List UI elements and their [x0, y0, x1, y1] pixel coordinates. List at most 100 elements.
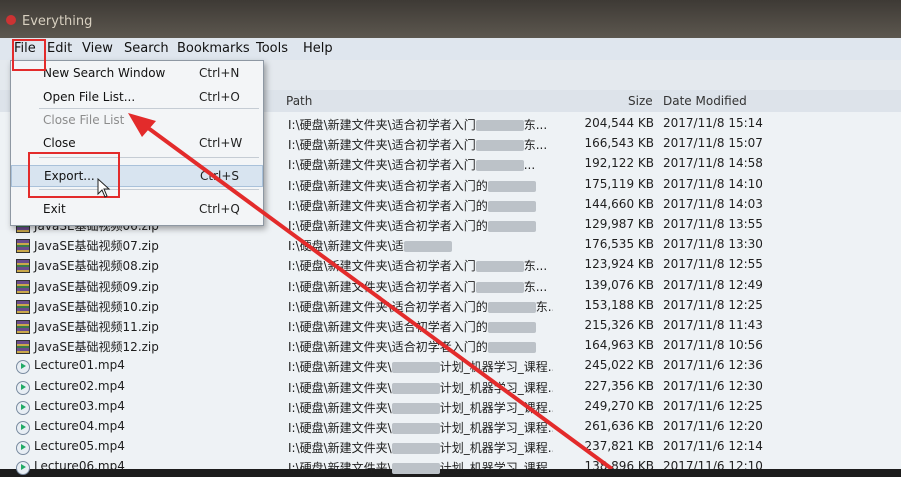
file-date: 2017/11/6 12:36	[663, 358, 763, 373]
file-path-tail: ...	[523, 158, 536, 173]
zip-file-icon	[16, 259, 30, 274]
redacted-text	[391, 443, 440, 455]
file-path-tail: 东...	[535, 299, 553, 314]
file-path-tail: 计划_机器学习_课程...	[439, 461, 553, 476]
menu-view[interactable]: View	[82, 41, 113, 56]
file-name: JavaSE基础视频10.zip	[34, 299, 159, 314]
menu-item-exit[interactable]: Exit Ctrl+Q	[11, 199, 263, 221]
file-path-tail: 计划_机器学习_课程...	[439, 380, 553, 395]
file-path-text: I:\硬盘\新建文件夹\	[288, 461, 392, 476]
file-date: 2017/11/6 12:30	[663, 378, 763, 393]
table-row[interactable]: Lecture03.mp4 I:\硬盘\新建文件夹\ 计划_机器学习_课程... 24…	[0, 397, 901, 417]
file-path-text: I:\硬盘\新建文件夹\适合初学者入门	[288, 259, 476, 274]
file-date: 2017/11/8 14:10	[663, 176, 763, 191]
file-size: 237,821 KB	[584, 439, 654, 454]
file-path-text: I:\硬盘\新建文件夹\适合初学者入门	[288, 158, 476, 173]
table-row[interactable]: JavaSE基础视频08.zip I:\硬盘\新建文件夹\适合初学者入门 东... 1…	[0, 255, 901, 275]
redacted-text	[391, 362, 440, 374]
redacted-text	[475, 160, 524, 172]
file-date: 2017/11/8 11:43	[663, 318, 763, 332]
file-date: 2017/11/8 12:55	[663, 257, 763, 272]
file-path: I:\硬盘\新建文件夹\ 计划_机器学习_课程...	[288, 379, 553, 396]
file-name: JavaSE基础视频11.zip	[34, 320, 159, 334]
redacted-text	[475, 261, 524, 273]
table-row[interactable]: Lecture04.mp4 I:\硬盘\新建文件夹\ 计划_机器学习_课程... 26…	[0, 417, 901, 437]
file-size: 164,963 KB	[584, 338, 654, 353]
menu-bar: File Edit View Search Bookmarks Tools He…	[0, 38, 901, 61]
redacted-text	[487, 221, 536, 232]
column-path[interactable]: Path	[286, 94, 312, 108]
file-date: 2017/11/8 15:07	[663, 136, 763, 151]
video-file-icon	[16, 441, 30, 456]
zip-file-icon	[16, 279, 30, 294]
everything-window: Everything File Edit View Search Bookmar…	[0, 0, 901, 476]
table-row[interactable]: JavaSE基础视频10.zip I:\硬盘\新建文件夹\适合初学者入门的 东...…	[0, 296, 901, 316]
menu-tools[interactable]: Tools	[256, 41, 288, 56]
menu-item-shortcut: Ctrl+W	[199, 136, 243, 150]
file-path: I:\硬盘\新建文件夹\适合初学者入门 东...	[288, 116, 553, 133]
file-path-text: I:\硬盘\新建文件夹\	[288, 400, 392, 415]
file-date: 2017/11/8 10:56	[663, 338, 763, 353]
menu-item-open-file-list[interactable]: Open File List... Ctrl+O	[11, 87, 263, 109]
file-date: 2017/11/8 14:03	[663, 196, 763, 211]
file-path-text: I:\硬盘\新建文件夹\适合初学者入门的	[288, 320, 488, 334]
file-name: Lecture06.mp4	[34, 459, 125, 474]
file-date: 2017/11/8 14:58	[663, 156, 763, 171]
video-file-icon	[16, 360, 30, 375]
file-size: 129,987 KB	[584, 217, 654, 231]
file-path-tail: 计划_机器学习_课程...	[439, 421, 553, 435]
file-date: 2017/11/8 12:49	[663, 277, 763, 292]
file-path-text: I:\硬盘\新建文件夹\适合初学者入门的	[288, 198, 488, 213]
file-path-text: I:\硬盘\新建文件夹\适合初学者入门的	[288, 178, 488, 193]
file-size: 139,076 KB	[584, 277, 654, 292]
table-row[interactable]: Lecture05.mp4 I:\硬盘\新建文件夹\ 计划_机器学习_课程... 23…	[0, 437, 901, 457]
column-size[interactable]: Size	[628, 94, 653, 108]
video-file-icon	[16, 400, 30, 415]
file-name: Lecture05.mp4	[34, 439, 125, 454]
file-path-tail: 东...	[523, 259, 548, 274]
file-path-text: I:\硬盘\新建文件夹\	[288, 441, 392, 456]
menu-item-shortcut: Ctrl+O	[199, 90, 240, 104]
title-bar: Everything	[0, 0, 901, 38]
zip-file-icon	[16, 320, 30, 334]
file-path: I:\硬盘\新建文件夹\ 计划_机器学习_课程...	[288, 439, 553, 456]
file-date: 2017/11/6 12:10	[663, 459, 763, 474]
menu-item-shortcut: Ctrl+Q	[199, 202, 240, 216]
menu-item-label: Close	[43, 136, 76, 150]
file-name: JavaSE基础视频07.zip	[34, 239, 159, 254]
file-path-tail: 东...	[523, 279, 548, 294]
video-file-icon	[16, 380, 30, 395]
file-path: I:\硬盘\新建文件夹\适合初学者入门...	[288, 156, 553, 173]
menu-item-new-search-window[interactable]: New Search Window Ctrl+N	[11, 63, 263, 85]
file-path: I:\硬盘\新建文件夹\适合初学者入门的	[288, 338, 553, 355]
menu-search[interactable]: Search	[124, 41, 169, 56]
file-date: 2017/11/8 12:25	[663, 297, 763, 312]
file-size: 138,896 KB	[584, 459, 654, 474]
column-date-modified[interactable]: Date Modified	[663, 94, 747, 108]
menu-help[interactable]: Help	[303, 41, 333, 56]
file-path-text: I:\硬盘\新建文件夹\适合初学者入门	[288, 118, 476, 132]
menu-edit[interactable]: Edit	[47, 41, 72, 56]
redacted-text	[403, 241, 452, 253]
file-path-tail: 计划_机器学习_课程...	[439, 360, 553, 375]
menu-bookmarks[interactable]: Bookmarks	[177, 41, 250, 56]
table-row[interactable]: JavaSE基础视频07.zip I:\硬盘\新建文件夹\适 176,535 KB 2…	[0, 235, 901, 255]
menu-item-shortcut: Ctrl+S	[200, 169, 240, 183]
mouse-cursor-icon	[97, 178, 111, 198]
file-size: 261,636 KB	[584, 419, 654, 433]
table-row[interactable]: JavaSE基础视频09.zip I:\硬盘\新建文件夹\适合初学者入门 东... 1…	[0, 276, 901, 296]
menu-item-label: Exit	[43, 202, 66, 216]
table-row[interactable]: Lecture02.mp4 I:\硬盘\新建文件夹\ 计划_机器学习_课程... 22…	[0, 377, 901, 397]
table-row[interactable]: Lecture01.mp4 I:\硬盘\新建文件夹\ 计划_机器学习_课程... 24…	[0, 356, 901, 376]
file-path-text: I:\硬盘\新建文件夹\	[288, 421, 392, 435]
file-path: I:\硬盘\新建文件夹\ 计划_机器学习_课程...	[288, 419, 553, 436]
file-name: JavaSE基础视频09.zip	[34, 279, 159, 294]
file-path: I:\硬盘\新建文件夹\ 计划_机器学习_课程...	[288, 399, 553, 416]
table-row[interactable]: JavaSE基础视频11.zip I:\硬盘\新建文件夹\适合初学者入门的 215,…	[0, 316, 901, 336]
file-path: I:\硬盘\新建文件夹\适合初学者入门的	[288, 197, 553, 214]
file-name: JavaSE基础视频08.zip	[34, 259, 159, 274]
file-date: 2017/11/8 13:55	[663, 217, 763, 231]
table-row[interactable]: JavaSE基础视频12.zip I:\硬盘\新建文件夹\适合初学者入门的 164,…	[0, 336, 901, 356]
video-file-icon	[16, 421, 30, 435]
table-row[interactable]: Lecture06.mp4 I:\硬盘\新建文件夹\ 计划_机器学习_课程... 13…	[0, 457, 901, 477]
